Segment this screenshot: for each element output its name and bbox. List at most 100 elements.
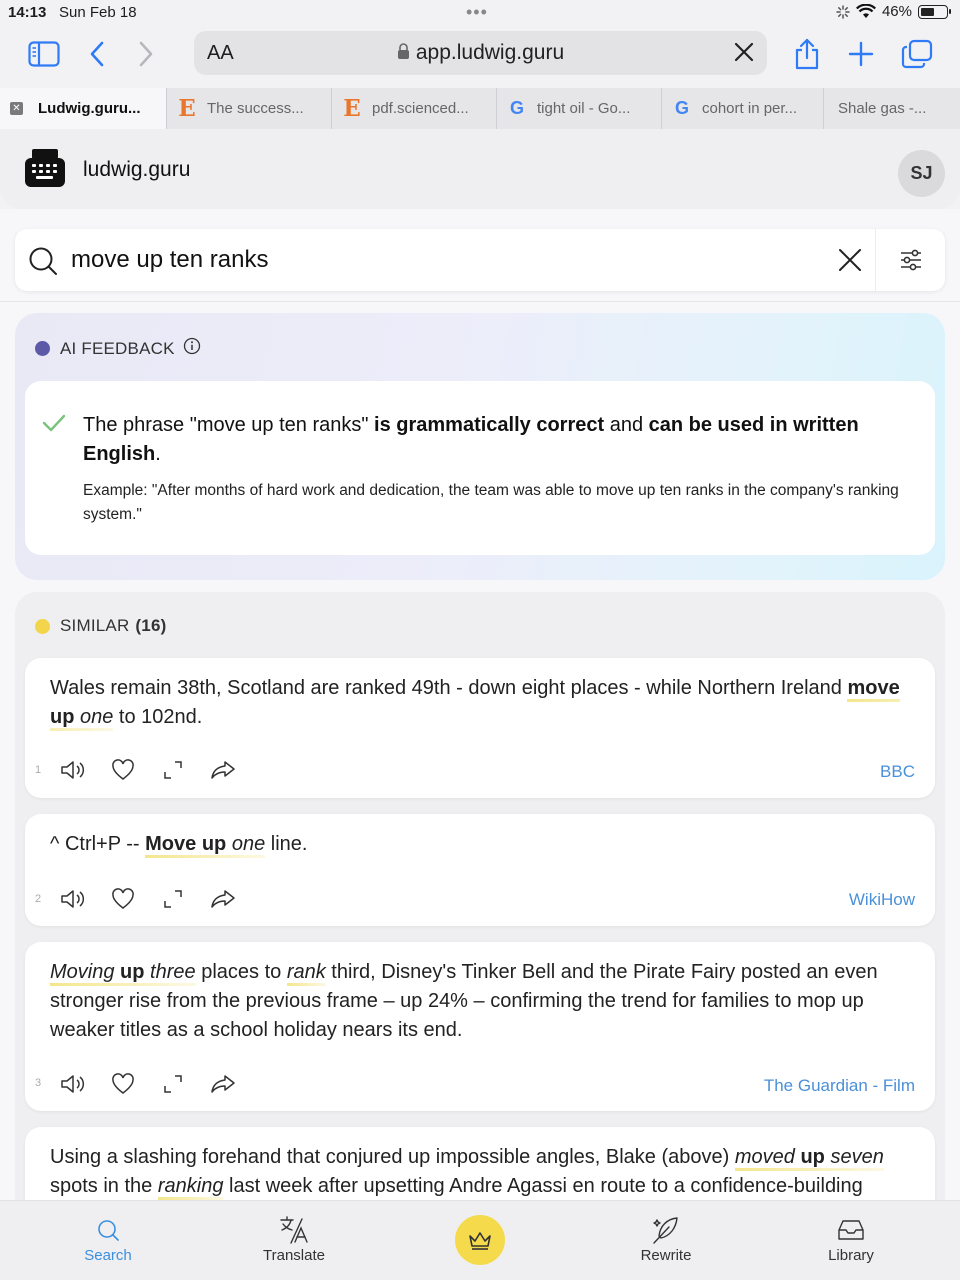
quill-icon xyxy=(611,1213,721,1247)
close-tab-icon[interactable]: ✕ xyxy=(10,102,23,115)
share-arrow-icon[interactable] xyxy=(208,884,237,913)
info-icon[interactable] xyxy=(183,337,201,360)
sidebar-toggle-icon[interactable] xyxy=(24,34,64,74)
expand-icon[interactable] xyxy=(158,755,187,784)
google-favicon-icon: G xyxy=(674,98,689,118)
ai-example: Example: "After months of hard work and … xyxy=(83,482,899,523)
search-icon xyxy=(53,1213,163,1247)
expand-icon[interactable] xyxy=(158,884,187,913)
share-arrow-icon[interactable] xyxy=(208,1069,237,1098)
tab-title: pdf.scienced... xyxy=(372,100,469,117)
search-input[interactable]: move up ten ranks xyxy=(71,246,268,274)
address-bar[interactable]: AA app.ludwig.guru xyxy=(194,31,767,75)
share-arrow-icon[interactable] xyxy=(208,755,237,784)
tab-bar: ✕ Ludwig.guru... E The success... E pdf.… xyxy=(0,88,960,129)
status-date: Sun Feb 18 xyxy=(59,4,137,21)
tab-success[interactable]: E The success... xyxy=(166,88,331,129)
result-sentence[interactable]: Moving up three places to rank third, Di… xyxy=(50,958,910,1045)
search-bar[interactable]: move up ten ranks xyxy=(15,229,945,291)
result-card[interactable]: Using a slashing forehand that conjured … xyxy=(25,1127,935,1200)
heart-icon[interactable] xyxy=(108,755,137,784)
result-source-link[interactable]: BBC xyxy=(880,762,915,782)
nav-search[interactable]: Search xyxy=(53,1213,163,1264)
share-icon[interactable] xyxy=(787,34,827,74)
ai-feedback-card: The phrase "move up ten ranks" is gramma… xyxy=(25,381,935,555)
brand-name[interactable]: ludwig.guru xyxy=(83,158,190,182)
tab-shale-gas[interactable]: Shale gas -... xyxy=(823,88,960,129)
result-sentence[interactable]: Using a slashing forehand that conjured … xyxy=(50,1143,910,1200)
back-icon[interactable] xyxy=(77,34,117,74)
site-header: ludwig.guru SJ xyxy=(0,129,960,209)
nav-rewrite[interactable]: Rewrite xyxy=(611,1213,721,1264)
ai-feedback-label: AI FEEDBACK xyxy=(60,338,175,358)
crown-icon xyxy=(469,1232,491,1250)
result-card[interactable]: Moving up three places to rank third, Di… xyxy=(25,942,935,1111)
result-source-link[interactable]: The Guardian - Film xyxy=(764,1076,915,1096)
heart-icon[interactable] xyxy=(108,1069,137,1098)
battery-percent: 46% xyxy=(881,3,912,20)
tab-overview-icon[interactable] xyxy=(897,34,937,74)
new-tab-icon[interactable] xyxy=(841,34,881,74)
premium-crown-button[interactable] xyxy=(455,1215,505,1265)
tab-title: cohort in per... xyxy=(702,100,798,117)
heart-icon[interactable] xyxy=(108,884,137,913)
main-content: move up ten ranks AI FEEDBACK The phrase… xyxy=(0,209,960,1200)
result-card[interactable]: ^ Ctrl+P -- Move up one line. 2 WikiHow xyxy=(25,814,935,926)
speaker-icon[interactable] xyxy=(58,1069,87,1098)
tab-title: The success... xyxy=(207,100,304,117)
nav-translate[interactable]: Translate xyxy=(239,1213,349,1264)
result-card[interactable]: Wales remain 38th, Scotland are ranked 4… xyxy=(25,658,935,798)
ai-feedback-panel: AI FEEDBACK The phrase "move up ten rank… xyxy=(15,313,945,580)
ai-verdict: The phrase "move up ten ranks" is gramma… xyxy=(83,414,859,465)
expand-icon[interactable] xyxy=(158,1069,187,1098)
multitasking-dots-icon[interactable]: ••• xyxy=(466,2,488,23)
similar-count: (16) xyxy=(135,616,167,635)
check-icon xyxy=(42,413,66,438)
search-divider xyxy=(875,229,876,291)
url-field[interactable]: app.ludwig.guru xyxy=(194,41,767,66)
result-number: 3 xyxy=(35,1077,42,1089)
similar-panel: SIMILAR (16) Wales remain 38th, Scotland… xyxy=(15,592,945,1200)
result-number: 2 xyxy=(35,893,42,905)
tab-tight-oil[interactable]: G tight oil - Go... xyxy=(496,88,661,129)
nav-rewrite-label: Rewrite xyxy=(640,1247,692,1264)
lock-icon xyxy=(397,42,410,66)
clear-search-icon[interactable] xyxy=(835,245,865,280)
typewriter-logo-icon[interactable] xyxy=(24,147,66,189)
forward-icon[interactable] xyxy=(126,34,166,74)
speaker-icon[interactable] xyxy=(58,884,87,913)
user-avatar[interactable]: SJ xyxy=(898,150,945,197)
similar-header: SIMILAR (16) xyxy=(35,616,166,636)
divider xyxy=(0,301,960,302)
translate-icon xyxy=(239,1213,349,1247)
result-sentence[interactable]: Wales remain 38th, Scotland are ranked 4… xyxy=(50,674,910,732)
bottom-navigation: Search Translate Rewrite Library xyxy=(0,1200,960,1280)
result-actions xyxy=(58,884,237,913)
nav-library-label: Library xyxy=(828,1247,874,1264)
clear-url-icon[interactable] xyxy=(733,41,755,68)
etsy-favicon-icon: E xyxy=(343,95,361,122)
inbox-icon xyxy=(796,1213,906,1247)
result-sentence[interactable]: ^ Ctrl+P -- Move up one line. xyxy=(50,830,910,859)
speaker-icon[interactable] xyxy=(58,755,87,784)
google-favicon-icon: G xyxy=(509,98,524,118)
tab-title: tight oil - Go... xyxy=(537,100,631,117)
tab-cohort[interactable]: G cohort in per... xyxy=(661,88,823,129)
browser-toolbar: AA app.ludwig.guru xyxy=(0,26,960,88)
result-actions xyxy=(58,755,237,784)
result-actions xyxy=(58,1069,237,1098)
nav-library[interactable]: Library xyxy=(796,1213,906,1264)
similar-status-dot xyxy=(35,618,50,634)
tab-sciencedirect[interactable]: E pdf.scienced... xyxy=(331,88,496,129)
tab-ludwig[interactable]: ✕ Ludwig.guru... xyxy=(0,88,166,129)
tab-title: Ludwig.guru... xyxy=(38,100,141,117)
status-bar: 14:13 Sun Feb 18 ••• 46% xyxy=(0,0,960,26)
wifi-icon xyxy=(855,4,876,18)
result-number: 1 xyxy=(35,764,42,776)
result-source-link[interactable]: WikiHow xyxy=(849,890,915,910)
nav-search-label: Search xyxy=(84,1247,132,1264)
url-text: app.ludwig.guru xyxy=(415,41,565,64)
similar-label: SIMILAR xyxy=(60,616,130,635)
ai-status-dot xyxy=(35,341,50,356)
filters-icon[interactable] xyxy=(896,245,926,280)
